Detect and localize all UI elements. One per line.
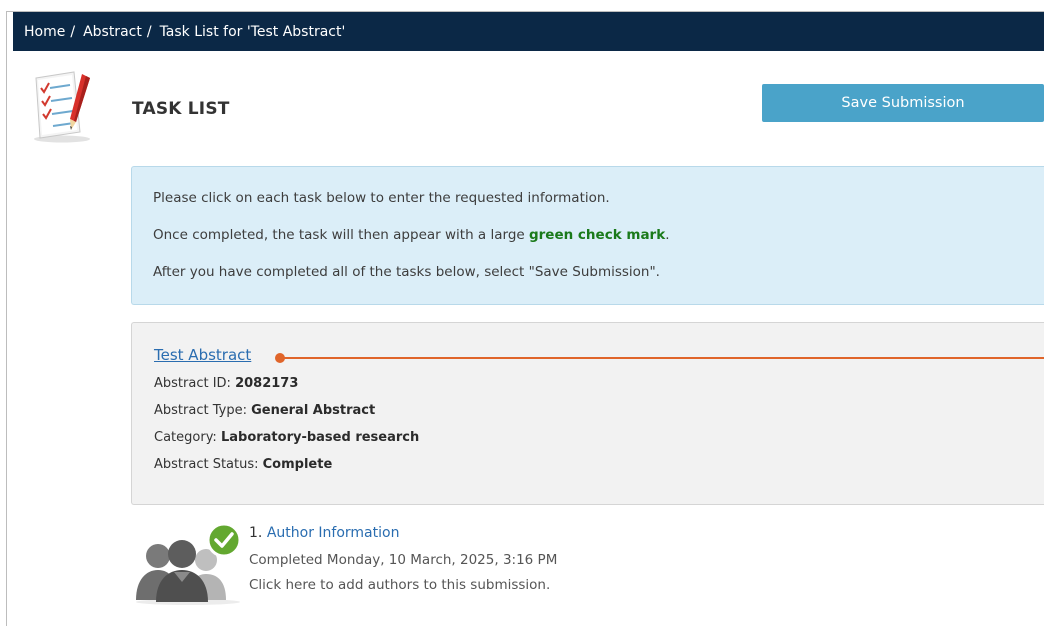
breadcrumb: Home / Abstract / Task List for 'Test Ab… (13, 12, 1044, 51)
save-submission-button[interactable]: Save Submission (762, 84, 1044, 122)
task-number: 1. (249, 525, 267, 541)
people-group-icon (132, 522, 244, 606)
abstract-type-label: Abstract Type: (154, 403, 252, 418)
abstract-title-link[interactable]: Test Abstract (154, 346, 251, 364)
breadcrumb-separator: / (146, 23, 152, 40)
task-title: 1. Author Information (249, 525, 399, 541)
abstract-category-label: Category: (154, 430, 221, 445)
instructions-box: Please click on each task below to enter… (131, 166, 1044, 305)
abstract-status-value: Complete (262, 457, 333, 472)
breadcrumb-separator: / (70, 23, 76, 40)
checklist-pencil-icon (30, 68, 96, 144)
instruction-line-2-prefix: Once completed, the task will then appea… (153, 227, 529, 243)
abstract-type-value: General Abstract (251, 403, 376, 418)
instruction-line-1: Please click on each task below to enter… (153, 190, 610, 206)
instruction-line-2-suffix: . (665, 227, 670, 243)
page-title: TASK LIST (132, 99, 230, 119)
author-information-link[interactable]: Author Information (267, 525, 400, 541)
abstract-status-label: Abstract Status: (154, 457, 263, 472)
abstract-id-label: Abstract ID: (154, 376, 236, 391)
breadcrumb-current: Task List for 'Test Abstract' (159, 23, 346, 40)
instruction-line-3: After you have completed all of the task… (153, 264, 660, 280)
instruction-line-2: Once completed, the task will then appea… (153, 224, 1044, 261)
green-check-mark-text: green check mark (528, 227, 666, 243)
abstract-type: Abstract Type: General Abstract (154, 403, 375, 418)
check-circle-icon (206, 522, 242, 558)
abstract-category-value: Laboratory-based research (220, 430, 420, 445)
annotation-marker-line (284, 357, 1044, 359)
task-item-author-information[interactable]: 1. Author Information Completed Monday, … (132, 522, 732, 606)
task-status-text: Completed Monday, 10 March, 2025, 3:16 P… (249, 552, 558, 568)
abstract-status: Abstract Status: Complete (154, 457, 332, 472)
abstract-id-value: 2082173 (235, 376, 299, 391)
abstract-id: Abstract ID: 2082173 (154, 376, 298, 391)
abstract-card: Test Abstract Abstract ID: 2082173 Abstr… (131, 322, 1044, 505)
abstract-category: Category: Laboratory-based research (154, 430, 419, 445)
breadcrumb-home[interactable]: Home (24, 24, 65, 40)
task-description: Click here to add authors to this submis… (249, 577, 551, 593)
window-frame-left (6, 12, 7, 626)
breadcrumb-abstract[interactable]: Abstract (83, 24, 142, 40)
